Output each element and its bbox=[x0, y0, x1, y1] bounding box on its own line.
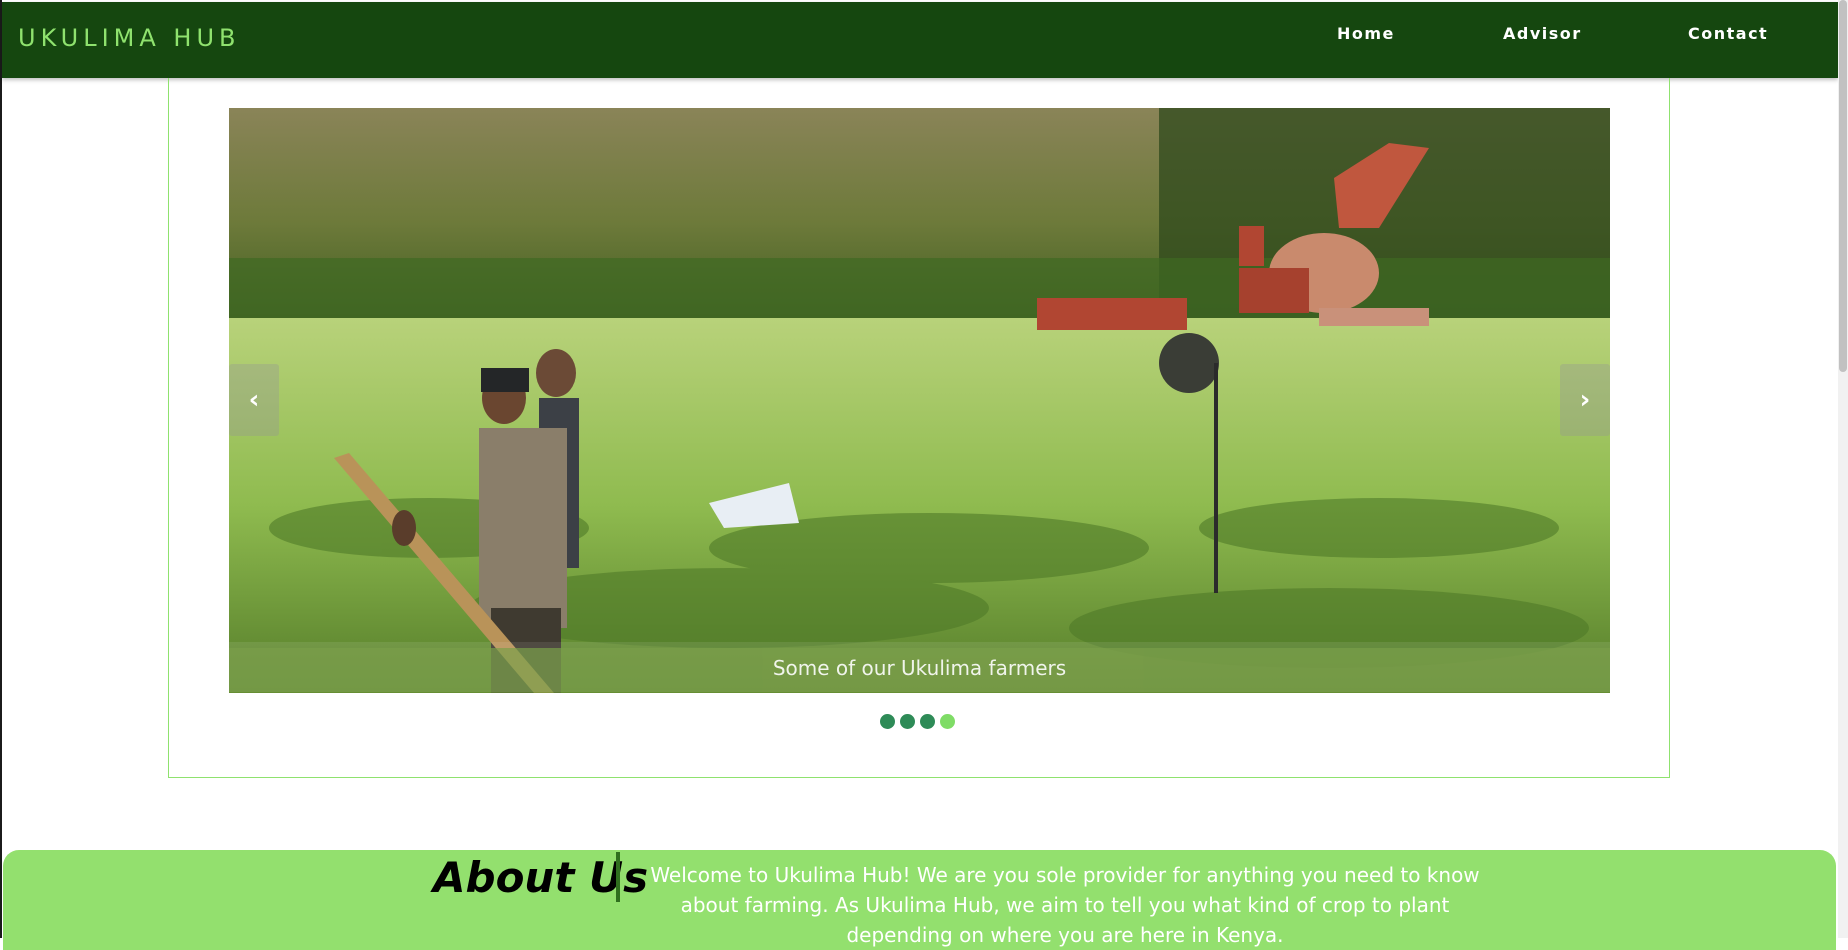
carousel-next-button[interactable]: › bbox=[1560, 364, 1610, 436]
carousel-indicators bbox=[880, 714, 955, 729]
navbar: UKULIMA HUB Home Advisor Contact bbox=[2, 2, 1838, 78]
brand-logo[interactable]: UKULIMA HUB bbox=[18, 24, 241, 52]
scrollbar[interactable] bbox=[1838, 0, 1848, 938]
nav-link-contact[interactable]: Contact bbox=[1688, 24, 1768, 43]
about-text: Welcome to Ukulima Hub! We are you sole … bbox=[650, 863, 1480, 947]
carousel-indicator-2[interactable] bbox=[900, 714, 915, 729]
window-edge bbox=[0, 0, 2, 938]
nav-link-advisor[interactable]: Advisor bbox=[1503, 24, 1582, 43]
carousel-caption: Some of our Ukulima farmers bbox=[229, 642, 1610, 692]
carousel-prev-button[interactable]: ‹ bbox=[229, 364, 279, 436]
about-divider bbox=[616, 852, 620, 902]
carousel-indicator-3[interactable] bbox=[920, 714, 935, 729]
carousel-indicator-4[interactable] bbox=[940, 714, 955, 729]
carousel-slide-image bbox=[229, 108, 1610, 693]
scrollbar-thumb[interactable] bbox=[1839, 0, 1847, 372]
carousel-indicator-1[interactable] bbox=[880, 714, 895, 729]
chevron-left-icon: ‹ bbox=[248, 385, 260, 415]
farm-scene-image bbox=[229, 108, 1610, 693]
chevron-right-icon: › bbox=[1579, 385, 1591, 415]
nav-link-home[interactable]: Home bbox=[1337, 24, 1395, 43]
